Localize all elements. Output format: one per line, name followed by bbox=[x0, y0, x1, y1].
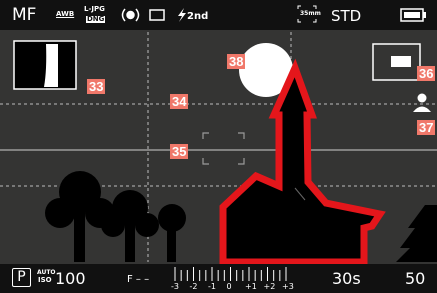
top-bar-icons bbox=[121, 5, 426, 23]
scale-label: -2 bbox=[189, 282, 198, 291]
camera-live-view: MF AWB L-JPG DNG 2nd 35mm STD 33 34 35 3… bbox=[0, 0, 437, 293]
scale-label: +1 bbox=[245, 282, 257, 291]
church-clipping-warning bbox=[219, 58, 386, 266]
focus-frame bbox=[202, 132, 245, 165]
bottom-status-bar: P AUTO ISO 100 F – – -3 -2 -1 0 +1 +2 +3 30s 5… bbox=[0, 264, 437, 293]
scale-label: -1 bbox=[208, 282, 216, 291]
battery-icon bbox=[400, 8, 426, 22]
pine-tree bbox=[396, 205, 437, 262]
callout-34: 34 bbox=[170, 94, 189, 109]
scale-label: -3 bbox=[171, 282, 179, 291]
scale-label: +2 bbox=[263, 282, 276, 291]
shutter-speed: 30s bbox=[332, 269, 361, 288]
scene-graphic bbox=[0, 32, 437, 266]
film-style: STD bbox=[331, 7, 362, 25]
scale-label: 0 bbox=[226, 282, 232, 291]
flash-icon bbox=[178, 8, 186, 22]
trees bbox=[45, 171, 186, 262]
callout-36: 36 bbox=[417, 66, 436, 81]
callout-38: 38 bbox=[227, 54, 246, 69]
spot-metering-icon bbox=[121, 8, 140, 22]
callout-37: 37 bbox=[417, 120, 436, 135]
top-status-bar: MF AWB L-JPG DNG 2nd 35mm STD bbox=[0, 0, 437, 30]
shots-remaining: 50 bbox=[405, 269, 426, 288]
single-frame-icon bbox=[149, 9, 165, 21]
callout-35: 35 bbox=[170, 144, 189, 159]
zoom-indicator-area bbox=[391, 56, 411, 67]
face-detection-icon bbox=[413, 93, 431, 112]
callout-33: 33 bbox=[87, 79, 106, 94]
flash-label: 2nd bbox=[187, 11, 209, 22]
exposure-scale bbox=[174, 267, 287, 281]
focal-length: 35mm bbox=[300, 10, 321, 17]
scale-label: +3 bbox=[282, 282, 294, 291]
